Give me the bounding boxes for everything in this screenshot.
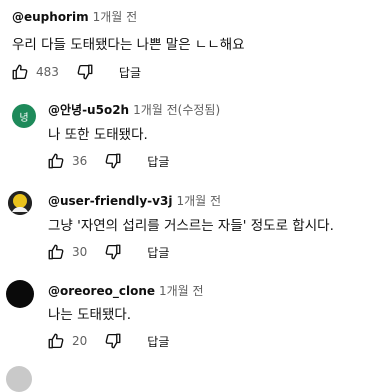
avatar[interactable]: 녕	[12, 104, 36, 128]
avatar-face-icon	[8, 191, 32, 215]
avatar[interactable]	[6, 280, 34, 308]
thumb-up-icon[interactable]	[10, 62, 30, 82]
like-count: 36	[72, 154, 88, 168]
thumb-down-icon[interactable]	[103, 151, 123, 171]
comment-actions: 36 답글	[46, 151, 169, 171]
avatar[interactable]	[6, 366, 32, 392]
thumb-up-icon[interactable]	[46, 331, 66, 351]
comment-text: 우리 다들 도태됐다는 나쁜 말은 ㄴㄴ해요	[12, 37, 245, 53]
comment-header: @user-friendly-v3j 1개월 전	[48, 192, 221, 209]
comment-text: 그냥 '자연의 섭리를 거스르는 자들' 정도로 합시다.	[48, 218, 334, 234]
comment-time[interactable]: 1개월 전	[159, 284, 204, 298]
reply-button[interactable]: 답글	[147, 153, 169, 170]
like-count: 483	[36, 65, 59, 79]
avatar-letter: 녕	[19, 112, 29, 124]
thumb-down-icon[interactable]	[103, 331, 123, 351]
comment-header: @oreoreo_clone 1개월 전	[48, 282, 204, 299]
like-count: 30	[72, 245, 88, 259]
reply-button[interactable]: 답글	[119, 64, 141, 81]
thumb-down-icon[interactable]	[103, 242, 123, 262]
reply-button[interactable]: 답글	[147, 244, 169, 261]
thumb-down-icon[interactable]	[75, 62, 95, 82]
comment-author[interactable]: @user-friendly-v3j	[48, 194, 172, 208]
comment-time[interactable]: 1개월 전	[176, 194, 221, 208]
comment-author[interactable]: @안녕-u5o2h	[48, 103, 129, 117]
reply-button[interactable]: 답글	[147, 333, 169, 350]
comment-time[interactable]: 1개월 전(수정됨)	[133, 103, 220, 117]
comment-time[interactable]: 1개월 전	[93, 10, 138, 24]
thumb-up-icon[interactable]	[46, 151, 66, 171]
comment-text: 나 또한 도태됐다.	[48, 127, 148, 143]
comment-author[interactable]: @oreoreo_clone	[48, 284, 155, 298]
comment-actions: 30 답글	[46, 242, 169, 262]
avatar[interactable]	[8, 191, 32, 215]
comment-actions: 20 답글	[46, 331, 169, 351]
comment-actions: 483 답글	[10, 62, 141, 82]
comment-text: 나는 도태됐다.	[48, 307, 132, 323]
comment-header: @euphorim 1개월 전	[12, 8, 137, 25]
like-count: 20	[72, 334, 88, 348]
thumb-up-icon[interactable]	[46, 242, 66, 262]
comment-header: @안녕-u5o2h 1개월 전(수정됨)	[48, 101, 220, 118]
comment-author[interactable]: @euphorim	[12, 10, 89, 24]
